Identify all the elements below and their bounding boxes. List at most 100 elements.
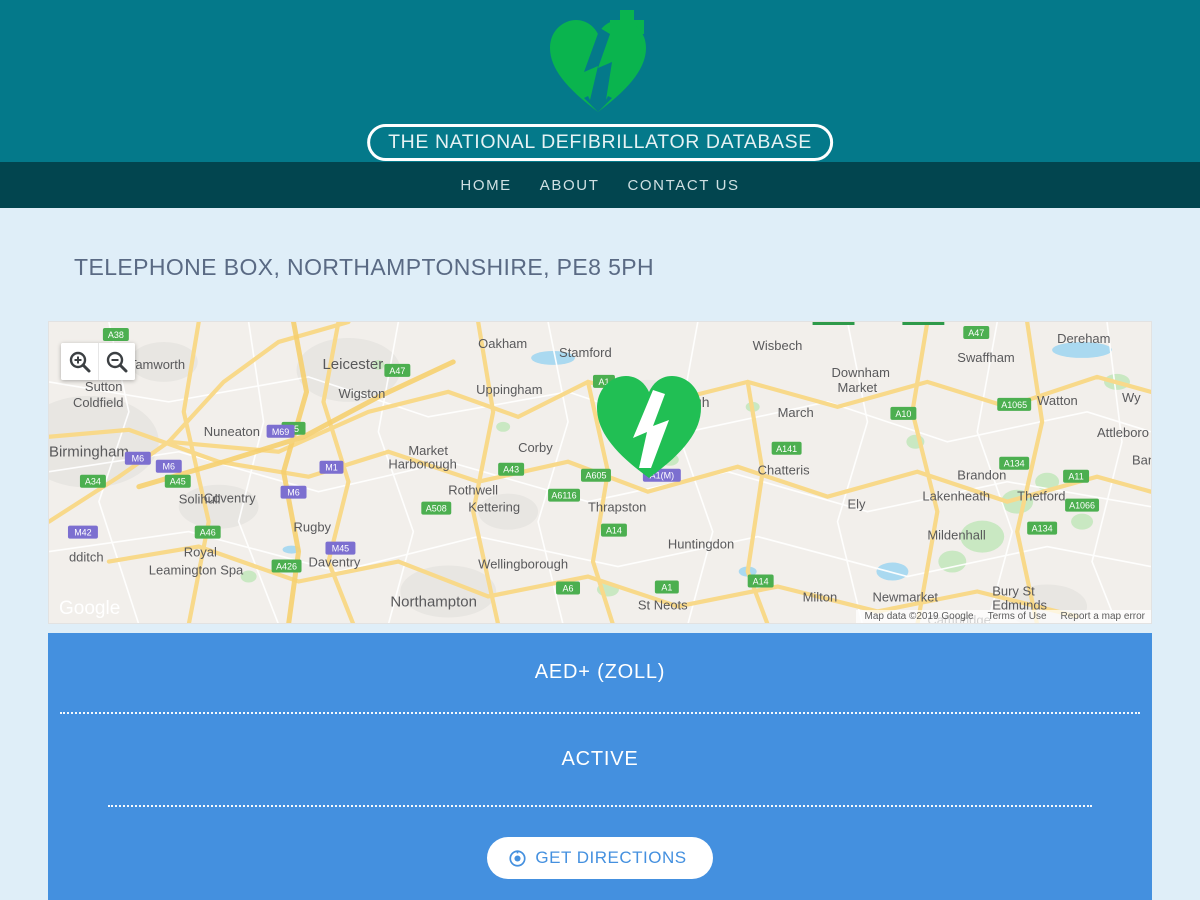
svg-text:A14: A14 <box>606 526 622 536</box>
svg-text:A34: A34 <box>85 477 101 487</box>
svg-text:Watton: Watton <box>1037 393 1078 408</box>
svg-text:A134: A134 <box>1032 524 1053 534</box>
svg-text:A45: A45 <box>170 477 186 487</box>
svg-text:A134: A134 <box>1004 459 1025 469</box>
svg-text:A38: A38 <box>108 330 124 340</box>
svg-text:Rugby: Rugby <box>294 520 332 535</box>
svg-text:M69: M69 <box>272 427 289 437</box>
svg-text:A14: A14 <box>753 577 769 587</box>
svg-text:A43: A43 <box>503 465 519 475</box>
magnifier-plus-icon <box>69 351 90 372</box>
svg-text:Wy: Wy <box>1122 390 1141 405</box>
svg-text:Corby: Corby <box>518 440 553 455</box>
svg-text:A46: A46 <box>200 528 216 538</box>
panel-divider-2 <box>108 805 1092 807</box>
svg-text:Nuneaton: Nuneaton <box>204 424 260 439</box>
svg-text:Google: Google <box>59 598 120 619</box>
svg-text:Market: Market <box>408 443 448 458</box>
get-directions-label: GET DIRECTIONS <box>535 848 687 867</box>
heart-lightning-cross-icon <box>550 10 646 112</box>
svg-text:Daventry: Daventry <box>309 555 361 570</box>
svg-text:M45: M45 <box>332 544 349 554</box>
svg-text:Tamworth: Tamworth <box>129 357 185 372</box>
svg-text:Leicester: Leicester <box>322 356 383 373</box>
svg-text:A1: A1 <box>661 583 672 593</box>
svg-text:Oakham: Oakham <box>478 336 527 351</box>
svg-text:Thrapston: Thrapston <box>588 500 646 515</box>
svg-text:Wigston: Wigston <box>338 386 385 401</box>
svg-text:M6: M6 <box>287 488 299 498</box>
svg-text:Huntingdon: Huntingdon <box>668 537 734 552</box>
svg-text:Uppingham: Uppingham <box>476 382 542 397</box>
zoom-out-button[interactable] <box>98 343 135 380</box>
svg-text:Market: Market <box>838 380 878 395</box>
nav-item-home[interactable]: HOME <box>460 177 511 194</box>
svg-text:Mildenhall: Mildenhall <box>927 528 986 543</box>
map-container[interactable]: Tamworth The Royal Town of Sutton Coldfi… <box>48 321 1152 624</box>
svg-text:Coldfield: Coldfield <box>73 395 123 410</box>
svg-text:Sutton: Sutton <box>85 379 122 394</box>
svg-text:A1065: A1065 <box>1001 400 1027 410</box>
directions-wrap: GET DIRECTIONS <box>60 807 1140 879</box>
terms-of-use-link[interactable]: Terms of Use <box>988 611 1047 622</box>
svg-text:Wisbech: Wisbech <box>753 338 803 353</box>
svg-text:Milton: Milton <box>803 589 838 604</box>
map-attribution-bar: Map data ©2019 Google Terms of Use Repor… <box>856 610 1151 623</box>
nav-item-contact-us[interactable]: CONTACT US <box>627 177 739 194</box>
svg-text:M6: M6 <box>163 462 175 472</box>
svg-text:Dereham: Dereham <box>1057 331 1110 346</box>
svg-text:Wellingborough: Wellingborough <box>478 557 568 572</box>
svg-text:Kettering: Kettering <box>468 500 520 515</box>
nav-item-about[interactable]: ABOUT <box>540 177 600 194</box>
panel-divider-1 <box>60 712 1140 714</box>
map-marker-defibrillator[interactable] <box>597 372 701 478</box>
svg-text:A11: A11 <box>1068 472 1083 482</box>
location-target-icon <box>509 849 526 867</box>
svg-text:A10: A10 <box>895 409 911 419</box>
magnifier-minus-icon <box>106 351 128 372</box>
aed-info-panel: AED+ (ZOLL) ACTIVE GET DIRECTIONS <box>48 633 1152 900</box>
svg-text:Lakenheath: Lakenheath <box>922 489 990 504</box>
svg-text:A426: A426 <box>276 562 297 572</box>
svg-text:Birmingham: Birmingham <box>49 444 129 461</box>
get-directions-button[interactable]: GET DIRECTIONS <box>487 837 713 879</box>
svg-text:M6: M6 <box>132 454 144 464</box>
svg-text:Rothwell: Rothwell <box>448 483 498 498</box>
svg-text:Royal: Royal <box>184 545 217 560</box>
svg-text:A47: A47 <box>389 366 405 376</box>
svg-text:A141: A141 <box>776 444 797 454</box>
zoom-in-button[interactable] <box>61 343 98 380</box>
svg-text:March: March <box>778 405 814 420</box>
google-logo: Google <box>59 598 120 619</box>
map-zoom-controls[interactable] <box>61 343 135 380</box>
svg-text:Harborough: Harborough <box>388 457 456 472</box>
svg-text:St Neots: St Neots <box>638 597 688 612</box>
svg-text:Bury St: Bury St <box>992 583 1035 598</box>
logo-wrap <box>0 8 1200 114</box>
svg-text:Ely: Ely <box>848 497 867 512</box>
status-badge: ACTIVE <box>561 748 639 770</box>
svg-text:Thetford: Thetford <box>1017 489 1065 504</box>
svg-text:Swaffham: Swaffham <box>957 350 1014 365</box>
site-header: THE NATIONAL DEFIBRILLATOR DATABASE <box>0 0 1200 162</box>
svg-text:Chatteris: Chatteris <box>758 463 810 478</box>
svg-text:A1066: A1066 <box>1069 501 1095 511</box>
svg-text:dditch: dditch <box>69 550 104 565</box>
svg-text:Brandon: Brandon <box>957 468 1006 483</box>
page-title: TELEPHONE BOX, NORTHAMPTONSHIRE, PE8 5PH <box>74 254 655 280</box>
report-map-error-link[interactable]: Report a map error <box>1061 611 1145 622</box>
svg-text:A508: A508 <box>426 504 447 514</box>
map-data-copyright: Map data ©2019 Google <box>864 611 974 622</box>
svg-text:Northampton: Northampton <box>390 593 477 610</box>
svg-text:Leamington Spa: Leamington Spa <box>149 563 244 578</box>
svg-text:Downham: Downham <box>832 365 890 380</box>
main-nav: HOME ABOUT CONTACT US <box>0 162 1200 208</box>
page-body: TELEPHONE BOX, NORTHAMPTONSHIRE, PE8 5PH <box>0 208 1200 900</box>
svg-text:M42: M42 <box>74 528 91 538</box>
brand-badge: THE NATIONAL DEFIBRILLATOR DATABASE <box>367 124 833 161</box>
svg-text:Newmarket: Newmarket <box>872 589 938 604</box>
svg-text:Coventry: Coventry <box>204 491 256 506</box>
svg-text:Banh: Banh <box>1132 453 1151 468</box>
svg-text:A47: A47 <box>968 328 984 338</box>
svg-text:A6116: A6116 <box>551 491 576 501</box>
